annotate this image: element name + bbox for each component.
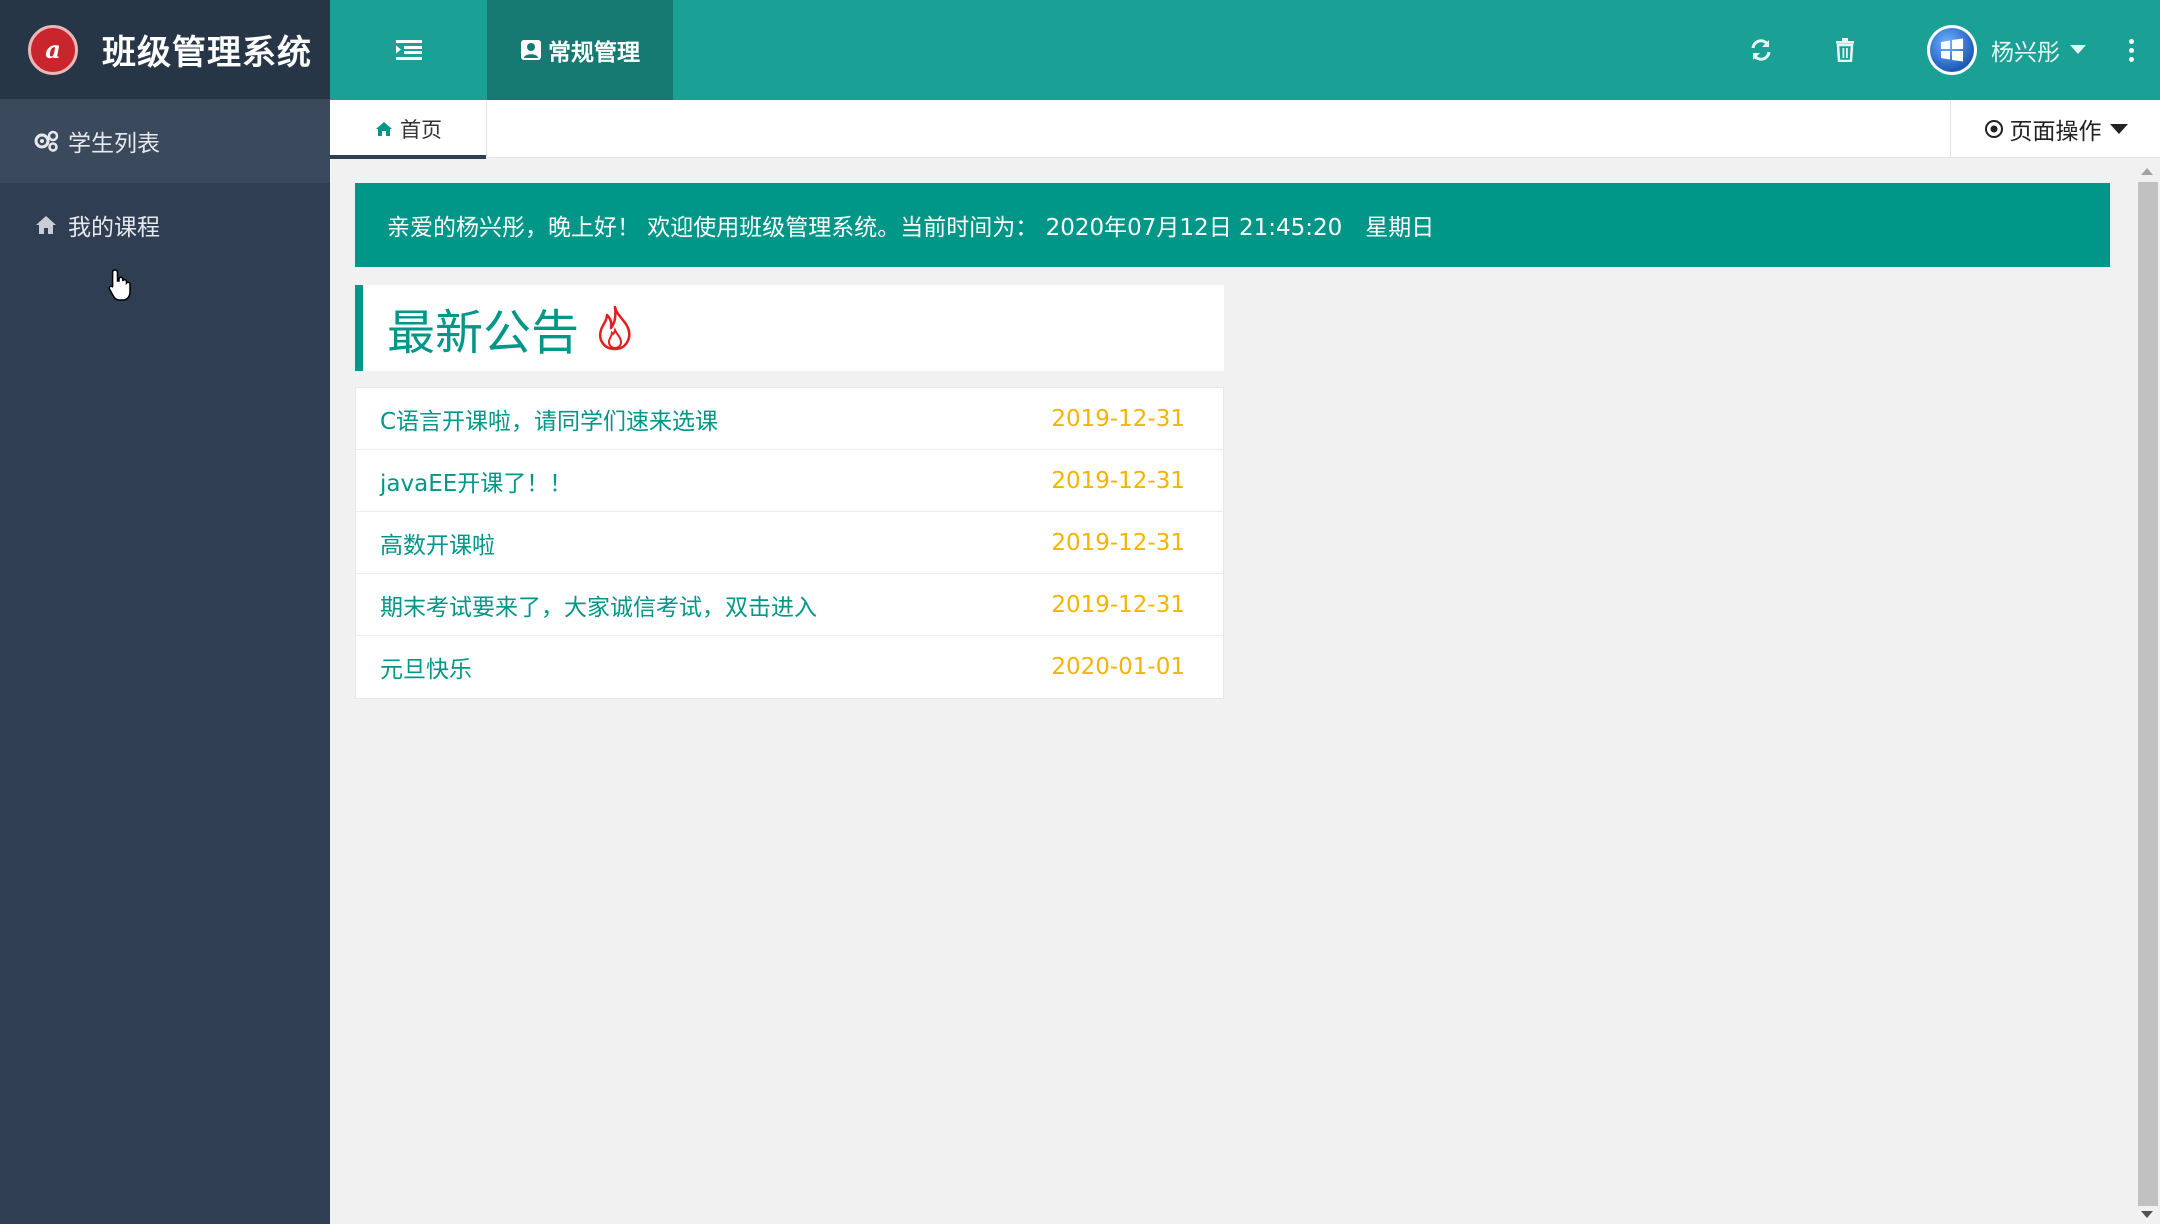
welcome-banner: 亲爱的杨兴彤，晚上好！ 欢迎使用班级管理系统。当前时间为： 2020年07月12… (355, 183, 2110, 267)
notice-date: 2019-12-31 (1051, 591, 1185, 618)
page-tab-bar: 首页 页面操作 (330, 100, 2160, 159)
target-circle-icon (1984, 120, 2003, 138)
tab-general-management[interactable]: 常规管理 (487, 0, 673, 100)
more-vertical-icon[interactable] (2126, 38, 2136, 62)
scrollbar-thumb[interactable] (2138, 182, 2158, 1206)
header-right: 杨兴彤 (1719, 0, 2160, 100)
home-icon (36, 216, 56, 234)
sidebar-item-my-courses[interactable]: 我的课程 (0, 183, 330, 267)
notice-list: C语言开课啦，请同学们速来选课 2019-12-31 javaEE开课了！！ 2… (355, 387, 1224, 699)
tab-label: 常规管理 (548, 40, 640, 66)
home-icon (376, 122, 392, 136)
notice-date: 2019-12-31 (1051, 405, 1185, 432)
list-item[interactable]: 元旦快乐 2020-01-01 (356, 636, 1223, 698)
sidebar: a 班级管理系统 学生列表 我的课程 (0, 0, 330, 1224)
scroll-up-arrow-icon[interactable] (2141, 168, 2153, 175)
notice-date: 2019-12-31 (1051, 529, 1185, 556)
tab-home[interactable]: 首页 (330, 100, 487, 159)
logo: a (28, 24, 78, 75)
welcome-text: 亲爱的杨兴彤，晚上好！ 欢迎使用班级管理系统。当前时间为： 2020年07月12… (387, 215, 1435, 241)
refresh-icon (1751, 39, 1771, 61)
vertical-scrollbar[interactable] (2134, 160, 2160, 1224)
trash-icon (1836, 38, 1854, 62)
top-header: 常规管理 杨兴彤 (330, 0, 2160, 100)
scroll-down-arrow-icon[interactable] (2141, 1211, 2153, 1218)
user-card-icon (521, 40, 541, 60)
user-menu[interactable]: 杨兴彤 (1927, 25, 2086, 75)
menu-indent-icon (395, 40, 422, 60)
refresh-button[interactable] (1719, 0, 1803, 100)
list-item[interactable]: C语言开课啦，请同学们速来选课 2019-12-31 (356, 388, 1223, 450)
caret-down-icon (2109, 123, 2128, 134)
logo-bar: a 班级管理系统 (0, 0, 330, 99)
page-operations-dropdown[interactable]: 页面操作 (1950, 100, 2160, 158)
windows-logo-icon (1941, 38, 1963, 62)
app-title: 班级管理系统 (102, 33, 312, 73)
logo-letter: a (45, 35, 61, 64)
sidebar-item-student-list[interactable]: 学生列表 (0, 99, 330, 183)
notice-text[interactable]: javaEE开课了！！ (380, 464, 572, 498)
page-ops-label: 页面操作 (2009, 119, 2102, 145)
list-item[interactable]: javaEE开课了！！ 2019-12-31 (356, 450, 1223, 512)
list-item[interactable]: 高数开课啦 2019-12-31 (356, 512, 1223, 574)
notice-date: 2019-12-31 (1051, 467, 1185, 494)
list-item[interactable]: 期末考试要来了，大家诚信考试，双击进入 2019-12-31 (356, 574, 1223, 636)
user-name: 杨兴彤 (1991, 40, 2060, 66)
notice-header: 最新公告 (355, 285, 1224, 371)
avatar (1927, 25, 1977, 75)
fire-icon (599, 305, 631, 351)
notice-title: 最新公告 (387, 305, 580, 361)
sidebar-item-label: 我的课程 (68, 215, 160, 241)
caret-down-icon (2070, 45, 2086, 54)
hand-cursor-icon (108, 269, 131, 301)
clear-cache-button[interactable] (1803, 0, 1887, 100)
sidebar-item-label: 学生列表 (68, 131, 160, 157)
notice-text[interactable]: 元旦快乐 (380, 650, 472, 684)
notice-text[interactable]: C语言开课啦，请同学们速来选课 (380, 402, 718, 436)
notice-text[interactable]: 高数开课啦 (380, 526, 495, 560)
notice-date: 2020-01-01 (1051, 654, 1185, 680)
notice-text[interactable]: 期末考试要来了，大家诚信考试，双击进入 (380, 588, 817, 622)
gears-icon (34, 130, 59, 152)
tab-home-label: 首页 (400, 118, 442, 142)
menu-toggle-button[interactable] (330, 0, 487, 100)
